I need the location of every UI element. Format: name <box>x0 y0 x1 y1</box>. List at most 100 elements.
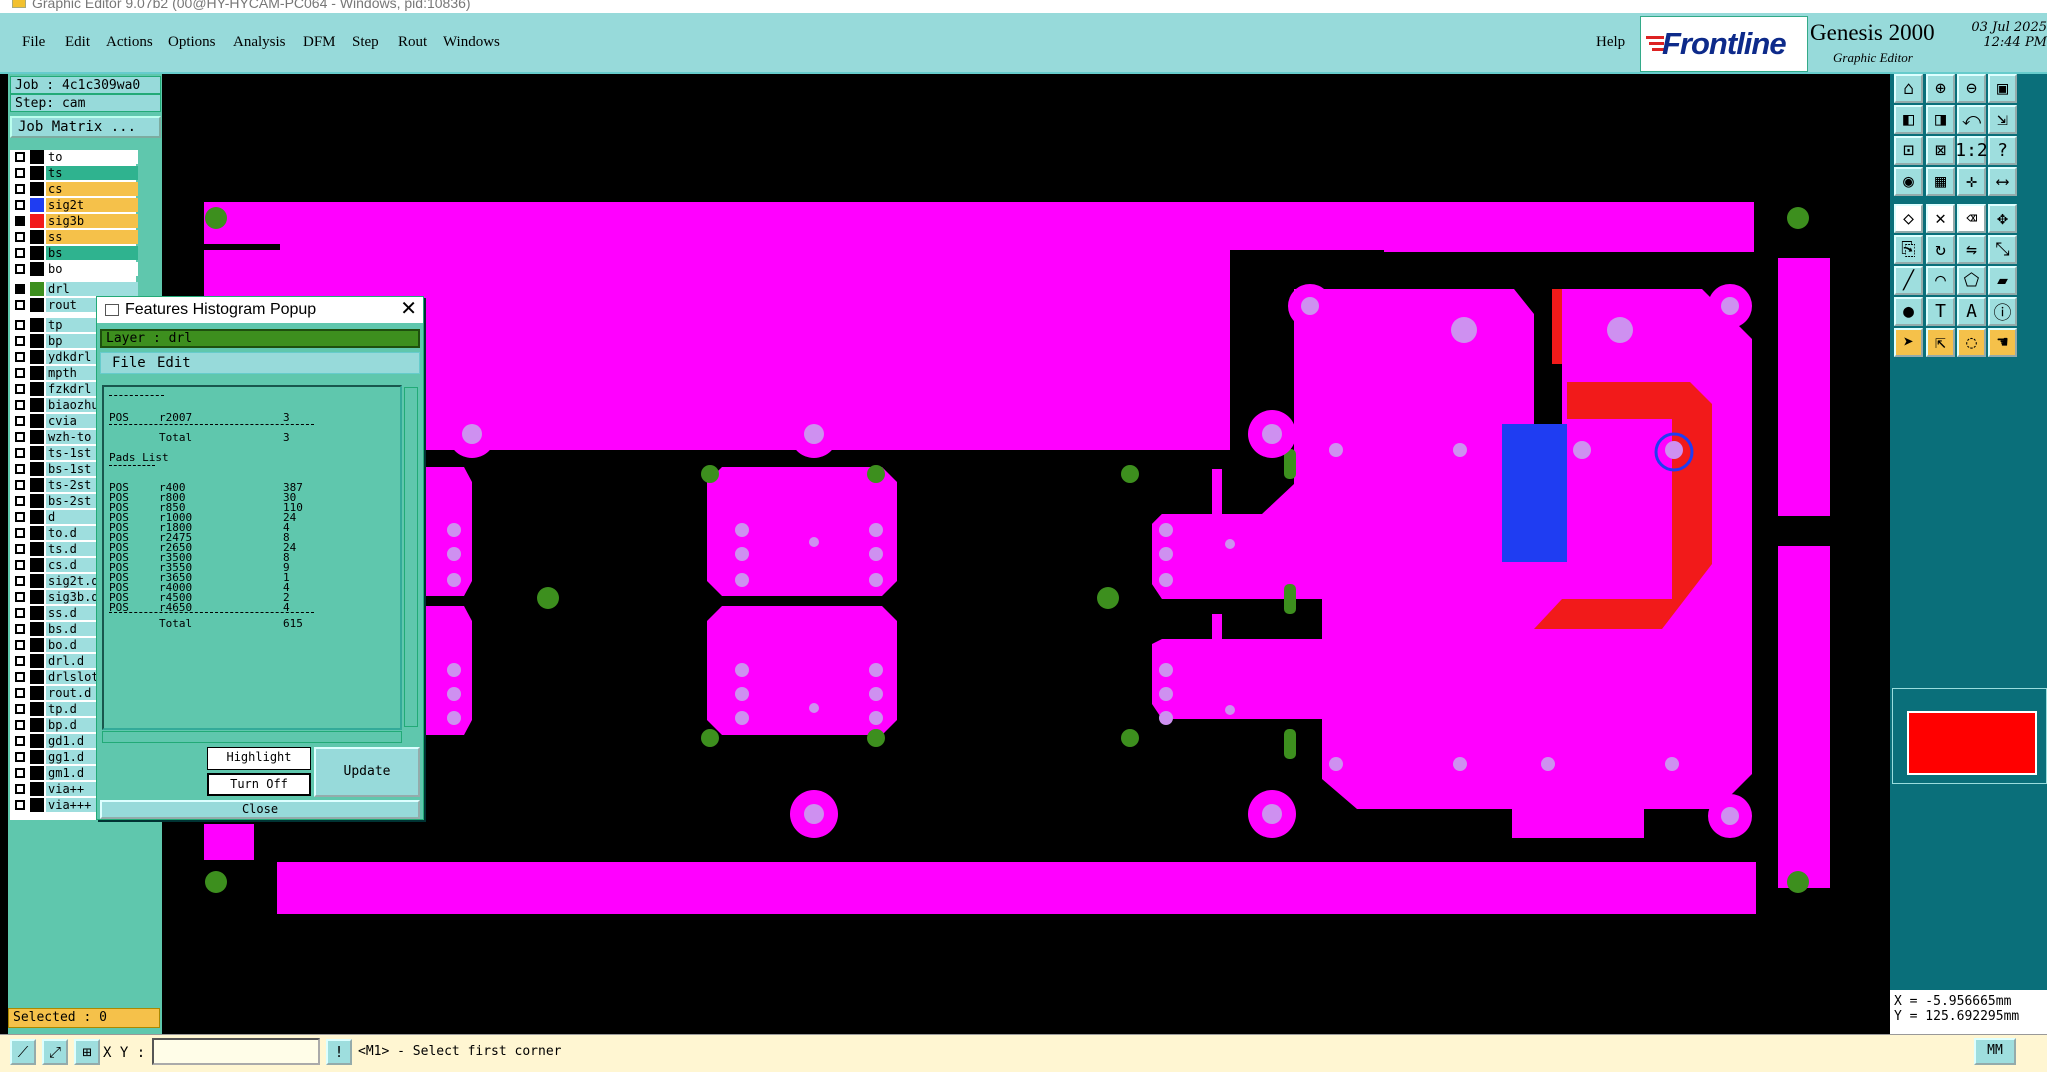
layer-checkbox[interactable] <box>15 800 25 810</box>
horizontal-scrollbar[interactable] <box>102 731 402 743</box>
layer-color-swatch[interactable] <box>30 246 44 260</box>
layer-checkbox[interactable] <box>15 152 25 162</box>
layer-checkbox[interactable] <box>15 656 25 666</box>
layer-checkbox[interactable] <box>15 216 25 226</box>
layer-color-swatch[interactable] <box>30 766 44 780</box>
layer-color-swatch[interactable] <box>30 166 44 180</box>
layer-checkbox[interactable] <box>15 248 25 258</box>
layer-checkbox[interactable] <box>15 496 25 506</box>
layer-checkbox[interactable] <box>15 736 25 746</box>
layer-checkbox[interactable] <box>15 752 25 762</box>
layer-row-bo[interactable]: bo <box>10 262 138 276</box>
layer-name[interactable]: drl <box>46 282 138 296</box>
layer-checkbox[interactable] <box>15 640 25 650</box>
fit-all-icon[interactable]: ⊡ <box>1894 136 1923 165</box>
layer-checkbox[interactable] <box>15 624 25 634</box>
display-icon[interactable]: ◉ <box>1894 167 1923 196</box>
layer-color-swatch[interactable] <box>30 298 44 312</box>
layer-color-swatch[interactable] <box>30 494 44 508</box>
layer-name[interactable]: sig3b <box>46 214 138 228</box>
menu-file[interactable]: File <box>22 34 45 51</box>
menu-actions[interactable]: Actions <box>106 34 153 51</box>
layer-row-ts[interactable]: ts <box>10 166 138 180</box>
delete-icon[interactable]: ⌫ <box>1957 204 1986 233</box>
zoom-in-area-icon[interactable]: ⊕ <box>1926 74 1955 103</box>
layer-name[interactable]: to <box>46 150 138 164</box>
layer-checkbox[interactable] <box>15 672 25 682</box>
layer-checkbox[interactable] <box>15 560 25 570</box>
zoom-out-icon[interactable]: ⊖ <box>1957 74 1986 103</box>
layer-checkbox[interactable] <box>15 592 25 602</box>
layer-row-sig2t[interactable]: sig2t <box>10 198 138 212</box>
menu-rout[interactable]: Rout <box>398 34 427 51</box>
layer-color-swatch[interactable] <box>30 606 44 620</box>
layer-color-swatch[interactable] <box>30 686 44 700</box>
layer-checkbox[interactable] <box>15 336 25 346</box>
xy-input[interactable] <box>152 1038 320 1065</box>
drag-icon[interactable]: ☚ <box>1988 328 2017 357</box>
layer-color-swatch[interactable] <box>30 526 44 540</box>
zoom-home-icon[interactable]: ⌂ <box>1894 74 1923 103</box>
layer-checkbox[interactable] <box>15 512 25 522</box>
layer-name[interactable]: ts <box>46 166 138 180</box>
update-button[interactable]: Update <box>314 747 420 797</box>
layer-row-to[interactable]: to <box>10 150 138 164</box>
layer-name[interactable]: cs <box>46 182 138 196</box>
layer-color-swatch[interactable] <box>30 782 44 796</box>
layer-color-swatch[interactable] <box>30 262 44 276</box>
menu-help[interactable]: Help <box>1596 34 1625 51</box>
layer-color-swatch[interactable] <box>30 198 44 212</box>
layer-color-swatch[interactable] <box>30 702 44 716</box>
layer-color-swatch[interactable] <box>30 750 44 764</box>
layer-color-swatch[interactable] <box>30 366 44 380</box>
layer-color-swatch[interactable] <box>30 574 44 588</box>
snap-icon[interactable]: ✛ <box>1957 167 1986 196</box>
layer-checkbox[interactable] <box>15 480 25 490</box>
layer-color-swatch[interactable] <box>30 430 44 444</box>
scale-icon[interactable]: ⇲ <box>1988 105 2017 134</box>
layer-checkbox[interactable] <box>15 432 25 442</box>
layer-color-swatch[interactable] <box>30 150 44 164</box>
layer-color-swatch[interactable] <box>30 734 44 748</box>
close-button[interactable]: Close <box>100 800 420 819</box>
layer-checkbox[interactable] <box>15 688 25 698</box>
layer-color-swatch[interactable] <box>30 230 44 244</box>
move-icon[interactable]: ✥ <box>1988 204 2017 233</box>
layer-checkbox[interactable] <box>15 784 25 794</box>
layer-checkbox[interactable] <box>15 168 25 178</box>
layer-color-swatch[interactable] <box>30 622 44 636</box>
pointer-icon[interactable]: ➤ <box>1894 328 1923 357</box>
layer-checkbox[interactable] <box>15 704 25 714</box>
layer-color-swatch[interactable] <box>30 214 44 228</box>
select-icon[interactable]: ◇ <box>1894 204 1923 233</box>
layer-checkbox[interactable] <box>15 464 25 474</box>
layer-color-swatch[interactable] <box>30 182 44 196</box>
layer-checkbox[interactable] <box>15 544 25 554</box>
pan-left-icon[interactable]: ◧ <box>1894 105 1923 134</box>
layer-checkbox[interactable] <box>15 384 25 394</box>
layer-checkbox[interactable] <box>15 416 25 426</box>
resize-icon[interactable]: ⤡ <box>1988 235 2017 264</box>
layer-color-swatch[interactable] <box>30 414 44 428</box>
line-mode-icon[interactable]: ⤢ <box>42 1039 68 1065</box>
job-matrix-button[interactable]: Job Matrix ... <box>10 116 161 138</box>
layer-color-swatch[interactable] <box>30 638 44 652</box>
menu-edit[interactable]: Edit <box>65 34 90 51</box>
layer-color-swatch[interactable] <box>30 670 44 684</box>
layer-checkbox[interactable] <box>15 352 25 362</box>
layer-color-swatch[interactable] <box>30 350 44 364</box>
grid-icon[interactable]: ▦ <box>1926 167 1955 196</box>
info-icon[interactable]: ⓘ <box>1988 297 2017 326</box>
menu-step[interactable]: Step <box>352 34 379 51</box>
layer-name[interactable]: bs <box>46 246 138 260</box>
layer-row-bs[interactable]: bs <box>10 246 138 260</box>
layer-color-swatch[interactable] <box>30 478 44 492</box>
layer-checkbox[interactable] <box>15 232 25 242</box>
layer-checkbox[interactable] <box>15 368 25 378</box>
close-icon[interactable]: ✕ <box>400 297 417 321</box>
layer-color-swatch[interactable] <box>30 542 44 556</box>
layer-color-swatch[interactable] <box>30 590 44 604</box>
popup-menu-file[interactable]: File <box>112 353 146 373</box>
layer-row-drl[interactable]: drl <box>10 282 138 296</box>
layer-checkbox[interactable] <box>15 184 25 194</box>
